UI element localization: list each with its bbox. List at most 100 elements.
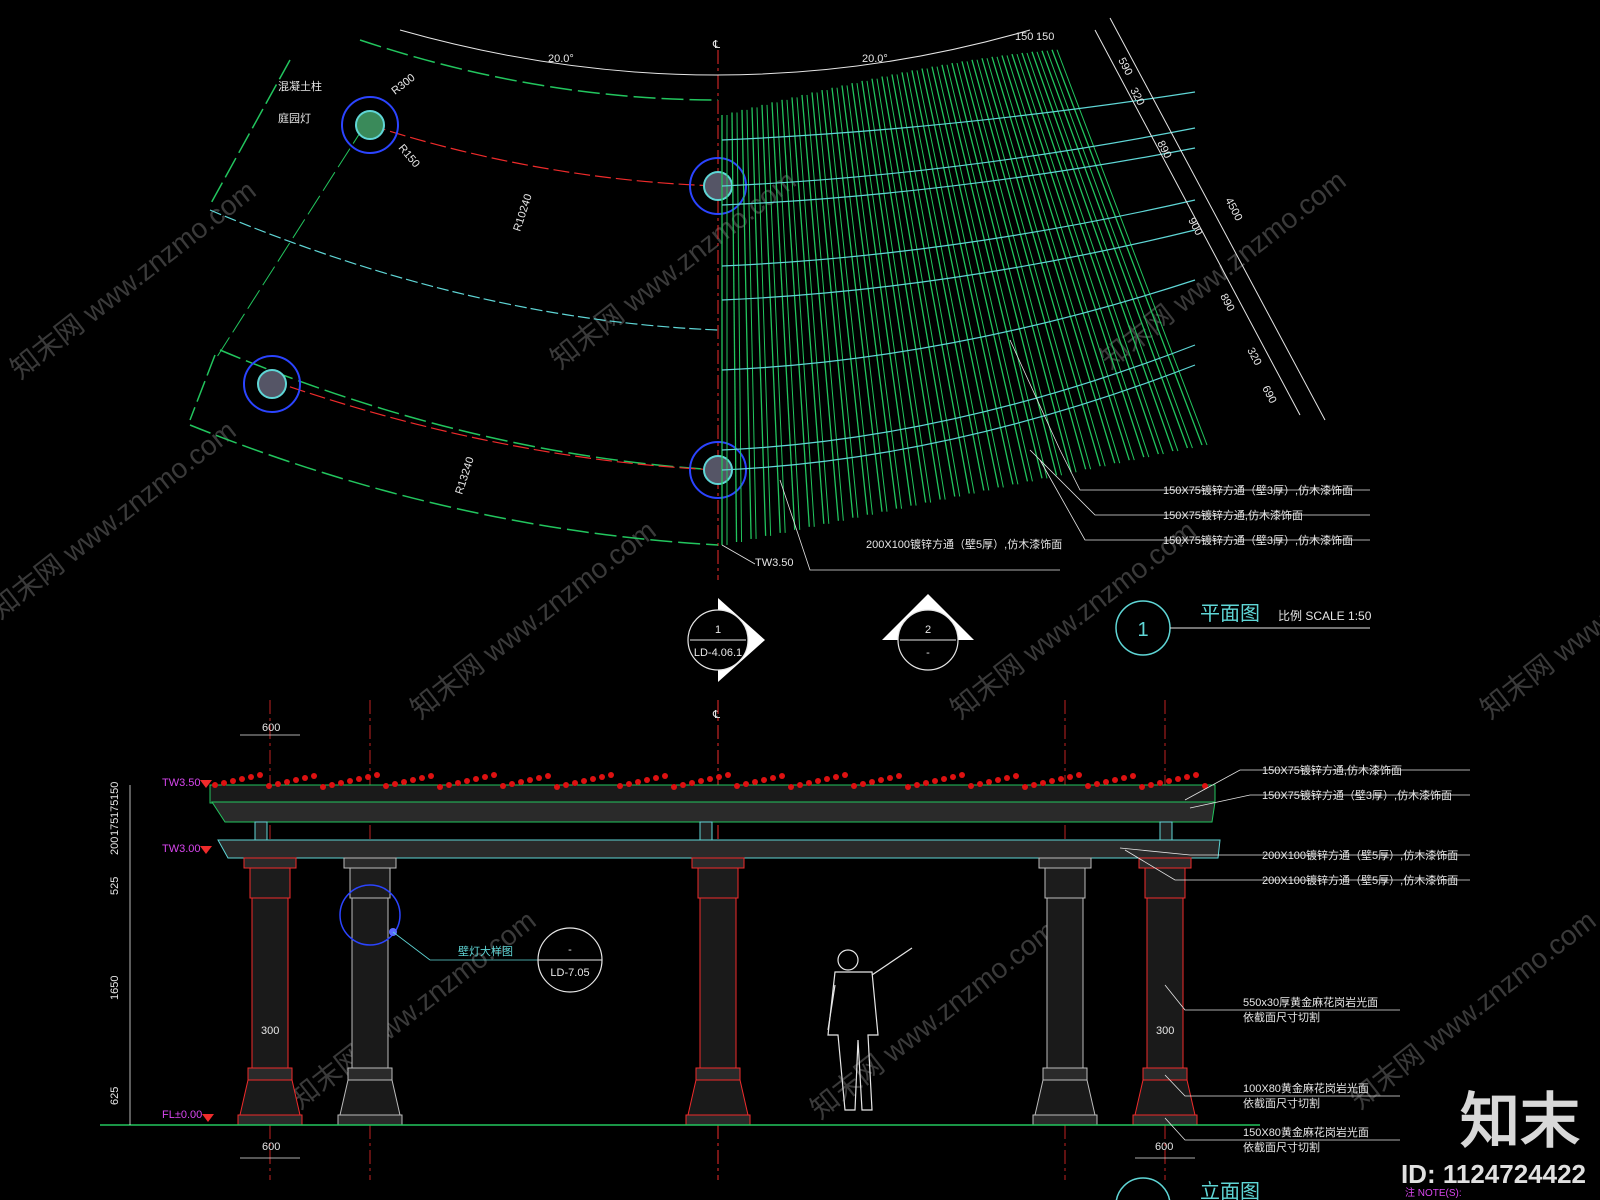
leaf bbox=[950, 774, 956, 780]
leaf bbox=[788, 784, 794, 790]
leaf bbox=[626, 781, 632, 787]
elev-vert-dim: 1650 bbox=[109, 976, 121, 1000]
leaf bbox=[1022, 784, 1028, 790]
plan-side-dim: 890 bbox=[1154, 139, 1173, 161]
elev-dim-300: 300 bbox=[1156, 1025, 1174, 1037]
plan-radius-1: R10240 bbox=[511, 193, 534, 233]
plan-scale: 比例 SCALE 1:50 bbox=[1278, 609, 1372, 623]
leaf bbox=[707, 776, 713, 782]
elev-level-fl: FL±0.00 bbox=[162, 1109, 202, 1121]
column-shaft bbox=[351, 897, 389, 1069]
elev-note-granite: 依截面尺寸切割 bbox=[1243, 1010, 1320, 1024]
leaf bbox=[1040, 780, 1046, 786]
leaf bbox=[365, 774, 371, 780]
plan-overall-dim: 4500 bbox=[1222, 196, 1244, 223]
leaf bbox=[1049, 778, 1055, 784]
column-ring bbox=[1042, 1067, 1088, 1081]
roof-slat bbox=[921, 68, 1014, 485]
leaf bbox=[608, 772, 614, 778]
leaf bbox=[275, 781, 281, 787]
watermark: 知末网 www.znzmo.com bbox=[285, 904, 542, 1114]
leaf bbox=[428, 773, 434, 779]
leaf bbox=[644, 777, 650, 783]
elev-note-granite: 100X80黄金麻花岗岩光面 bbox=[1243, 1081, 1369, 1095]
elev-dim-600: 600 bbox=[262, 1141, 280, 1153]
roof-slat bbox=[946, 64, 1048, 479]
leaf bbox=[968, 783, 974, 789]
plan-member-label: 150X75镀锌方通,仿木漆饰面 bbox=[1163, 508, 1303, 522]
leaf bbox=[1013, 773, 1019, 779]
leaf bbox=[779, 773, 785, 779]
column-neck bbox=[249, 867, 291, 899]
watermark: 知末网 www.znzmo.com bbox=[405, 514, 662, 724]
column-shaft bbox=[699, 897, 737, 1069]
plan-side-dim: 690 bbox=[1259, 384, 1278, 406]
plan-angle-right: 20.0° bbox=[862, 53, 888, 65]
leaf bbox=[1139, 784, 1145, 790]
leaf bbox=[347, 778, 353, 784]
leaf bbox=[212, 782, 218, 788]
leaf bbox=[770, 775, 776, 781]
lamp-detail-ref: LD-7.05 bbox=[550, 967, 589, 979]
leaf bbox=[455, 780, 461, 786]
leaf bbox=[815, 778, 821, 784]
leaf bbox=[1193, 772, 1199, 778]
roof-slat bbox=[991, 56, 1116, 464]
leaf bbox=[473, 776, 479, 782]
cad-drawing: 知末网 www.znzmo.com 知末网 www.znzmo.com 知末网 … bbox=[0, 17, 1600, 1200]
leaf bbox=[509, 781, 515, 787]
elev-vert-dim: 175 bbox=[109, 800, 121, 818]
column-base bbox=[687, 1079, 749, 1116]
leaf bbox=[437, 784, 443, 790]
roof-slat bbox=[781, 99, 810, 527]
plan-radius-inner: R150 bbox=[396, 142, 422, 170]
plan-top-dim: 150 bbox=[1015, 31, 1033, 43]
leaf bbox=[1121, 775, 1127, 781]
leaf bbox=[1058, 776, 1064, 782]
leaf bbox=[734, 783, 740, 789]
elev-level-tw1: TW3.50 bbox=[162, 777, 201, 789]
leaf bbox=[239, 776, 245, 782]
elev-vert-dim: 200 bbox=[109, 837, 121, 855]
section-marker-1: 1 LD-4.06.1 bbox=[687, 598, 765, 682]
column-neck bbox=[1144, 867, 1186, 899]
leaf bbox=[995, 777, 1001, 783]
column-base bbox=[339, 1079, 401, 1116]
leaf bbox=[635, 779, 641, 785]
watermark: 知末网 www.znzmo.com bbox=[1475, 514, 1600, 724]
leaf bbox=[905, 784, 911, 790]
leaf bbox=[563, 782, 569, 788]
lamp-detail-marker: - LD-7.05 bbox=[537, 927, 603, 993]
column-capital bbox=[243, 857, 297, 869]
column-shaft bbox=[251, 897, 289, 1069]
section-marker-2: 2 - bbox=[882, 594, 974, 671]
leaf bbox=[1076, 772, 1082, 778]
leaf bbox=[446, 782, 452, 788]
roof-slat bbox=[971, 59, 1087, 470]
plan-member-label: 200X100镀锌方通（壁5厚）,仿木漆饰面 bbox=[866, 537, 1062, 551]
leaf bbox=[356, 776, 362, 782]
leaf bbox=[500, 783, 506, 789]
elev-note: 200X100镀锌方通（壁5厚）,仿木漆饰面 bbox=[1262, 873, 1458, 887]
elev-note-granite: 依截面尺寸切割 bbox=[1243, 1140, 1320, 1154]
leaf bbox=[518, 779, 524, 785]
elev-dim-600: 600 bbox=[262, 722, 280, 734]
leaf bbox=[527, 777, 533, 783]
leaf bbox=[392, 781, 398, 787]
leaf bbox=[482, 774, 488, 780]
leaf bbox=[419, 775, 425, 781]
plan-tw-label: TW3.50 bbox=[755, 557, 794, 569]
leaf bbox=[1004, 775, 1010, 781]
roof-slat bbox=[851, 83, 912, 506]
plan-angle-left: 20.0° bbox=[548, 53, 574, 65]
leaf bbox=[824, 776, 830, 782]
column-ring bbox=[247, 1067, 293, 1081]
column-neck bbox=[349, 867, 391, 899]
elev-vert-dim: 625 bbox=[109, 1087, 121, 1105]
leaf bbox=[1157, 780, 1163, 786]
elev-centerline-label: ℄ bbox=[712, 709, 720, 721]
column-capital bbox=[1038, 857, 1092, 869]
leaf bbox=[914, 782, 920, 788]
slat-group bbox=[721, 49, 1208, 545]
leaf bbox=[1184, 774, 1190, 780]
